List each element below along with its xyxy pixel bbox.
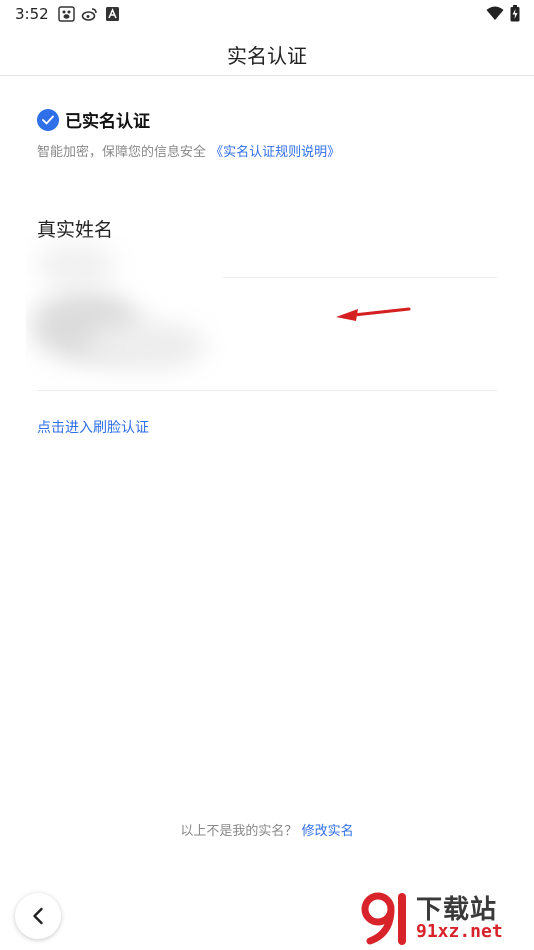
- watermark-logo: 下载站 91xz.net: [360, 887, 530, 947]
- security-note: 智能加密，保障您的信息安全: [37, 145, 207, 160]
- watermark-domain: 91xz.net: [416, 921, 503, 942]
- check-circle-icon: [37, 108, 59, 131]
- verified-label: 已实名认证: [65, 112, 150, 132]
- weibo-icon: [81, 6, 98, 22]
- watermark-91-icon: [361, 892, 406, 945]
- divider: [37, 390, 497, 391]
- bottom-hint: 以上不是我的实名？ 修改实名: [0, 820, 534, 839]
- page: 3:52 实名认证 已实名认证 智能加密，保障您的信息安全 《实名认证规则说明》…: [0, 0, 534, 950]
- blur-patch: [86, 321, 206, 371]
- chevron-left-icon: [33, 907, 43, 925]
- modify-realname-link[interactable]: 修改实名: [302, 824, 354, 839]
- verified-subtitle: 智能加密，保障您的信息安全 《实名认证规则说明》: [37, 141, 340, 160]
- blur-patch: [36, 244, 116, 284]
- back-button[interactable]: [15, 893, 61, 939]
- rules-link[interactable]: 《实名认证规则说明》: [210, 145, 340, 160]
- font-a-icon: [104, 6, 121, 22]
- page-title: 实名认证: [227, 44, 307, 68]
- status-time: 3:52: [15, 5, 49, 23]
- divider: [223, 277, 497, 278]
- not-my-name-prompt: 以上不是我的实名？: [180, 824, 298, 839]
- blurred-name-value: [26, 236, 226, 384]
- header: 实名认证: [0, 28, 534, 76]
- baidu-paw-icon: [58, 6, 75, 22]
- status-icons-right: [486, 5, 520, 26]
- face-auth-link[interactable]: 点击进入刷脸认证: [37, 417, 149, 437]
- status-icons-left: [58, 6, 121, 22]
- wifi-icon: [486, 6, 504, 25]
- battery-charging-icon: [510, 5, 520, 26]
- status-bar: 3:52: [0, 0, 534, 28]
- annotation-arrow-icon: [332, 303, 412, 323]
- verified-status: 已实名认证: [37, 107, 150, 132]
